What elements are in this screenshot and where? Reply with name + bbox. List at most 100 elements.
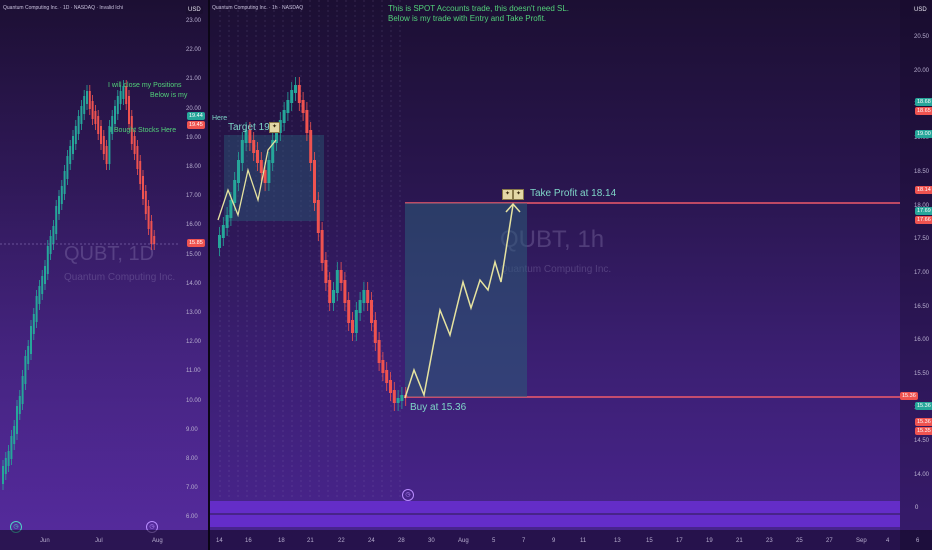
left-candle [7,451,10,466]
event-icon[interactable]: ◷ [402,489,414,501]
right-price-badge-2: 18.65 [915,107,932,115]
left-candle [66,156,69,179]
right-candle [229,200,233,218]
left-axis-tick: 23.00 [186,18,202,24]
right-candle [335,270,339,293]
right-currency-label: USD [912,6,929,14]
left-candle [46,246,49,274]
right-price-badge-4: 18.14 [915,186,932,194]
time-tick-right: Sep [856,538,867,544]
time-tick-right: 4 [886,538,890,544]
left-candle [30,326,32,354]
left-axis-tick: 19.00 [186,134,202,141]
right-candle [309,130,313,163]
right-price-badge-3: 19.00 [915,130,932,138]
target-label: Target 19 [228,122,270,133]
time-tick-right: 7 [522,538,526,544]
left-candle [13,426,16,444]
right-axis-tick: 14.00 [914,472,930,479]
left-candle [100,126,102,144]
time-tick-right: 14 [216,538,223,544]
right-candle [366,290,370,303]
left-candle [153,236,156,244]
right-axis-tick: 16.50 [914,303,930,310]
left-axis-tick: 21.00 [186,76,202,83]
tradingview-window: Quantum Computing Inc. · 1D · NASDAQ · I… [0,0,932,550]
time-tick-right: 17 [676,538,683,544]
time-tick-right: 6 [916,538,920,544]
time-tick-right: 16 [245,538,252,544]
right-candle [218,235,221,248]
left-candle [32,314,35,334]
indicator-value: 0 [915,505,919,511]
left-candle [72,136,74,154]
right-price-badge-7: 15.36 [900,392,918,400]
right-candle [305,110,309,133]
left-candle [18,396,21,414]
time-tick-right: 9 [552,538,556,544]
right-candle [354,310,358,333]
right-candle [316,200,320,233]
right-candle [301,100,305,113]
right-candle [237,160,240,183]
left-candle [41,276,44,294]
right-candle [362,290,366,303]
left-candle [144,191,147,214]
left-candle [35,296,38,322]
right-price-badge-9: 15.36 [915,418,932,426]
left-note-close-positions: I will close my Positions [108,82,182,89]
right-candle [256,150,259,163]
right-axis-tick: 20.50 [914,34,930,40]
indicator-band-2 [210,515,900,527]
left-candle [147,206,150,229]
left-candle [83,96,86,114]
left-candle [142,176,144,199]
right-candles-chart [217,0,900,500]
left-candle [69,146,72,164]
left-candle [105,146,108,164]
time-tick-right: 18 [278,538,285,544]
left-axis-tick: 17.00 [186,193,202,200]
emoji-money-icon: ✦ [513,189,524,200]
right-candle [343,280,347,303]
left-price-axis[interactable]: 23.00 22.00 21.00 20.00 19.00 18.00 17.00 16.00… [178,0,208,520]
right-price-axis[interactable]: 20.5020.0019.5019.0018.5018.0017.5017.00… [900,0,932,550]
time-tick-left: Jul [95,538,103,544]
right-candle [392,390,396,403]
time-tick-right: 5 [492,538,496,544]
time-axis[interactable]: Jun Jul Aug 14 16 18 21 22 24 28 30 Aug 5 7 9 11 13 15 17… [0,530,932,550]
right-axis-tick: 15.50 [914,371,930,377]
time-tick-right: 25 [796,538,803,544]
right-candle [233,180,237,203]
left-axis-tick: 13.00 [186,310,202,316]
left-axis-tick: 10.00 [186,397,202,404]
left-candle [27,346,30,364]
right-candle [377,340,381,363]
time-tick-right: 15 [646,538,653,544]
left-candle [24,356,27,384]
right-price-badge-6: 17.66 [915,216,932,224]
left-candle [10,436,13,459]
time-tick-right: 11 [580,538,587,544]
left-candle [16,406,18,434]
left-candle [80,106,83,124]
left-candle [21,376,24,404]
right-price-badge-10: 15.35 [915,427,932,435]
right-axis-tick: 18.50 [914,168,930,175]
right-candle [286,100,290,113]
time-tick-right: 24 [368,538,375,544]
right-candle [328,280,332,303]
time-tick-right: 21 [307,538,314,544]
left-candle [133,136,136,154]
right-candle [290,90,294,103]
left-candle [49,236,52,254]
left-candle [63,171,66,194]
left-axis-tick: 8.00 [186,456,198,462]
right-candle [389,380,392,393]
left-candle [74,126,77,144]
right-candle [297,85,301,103]
time-tick-right: 30 [428,538,435,544]
right-candle [358,300,362,313]
left-axis-tick: 15.00 [186,251,202,258]
right-candle [396,398,400,403]
